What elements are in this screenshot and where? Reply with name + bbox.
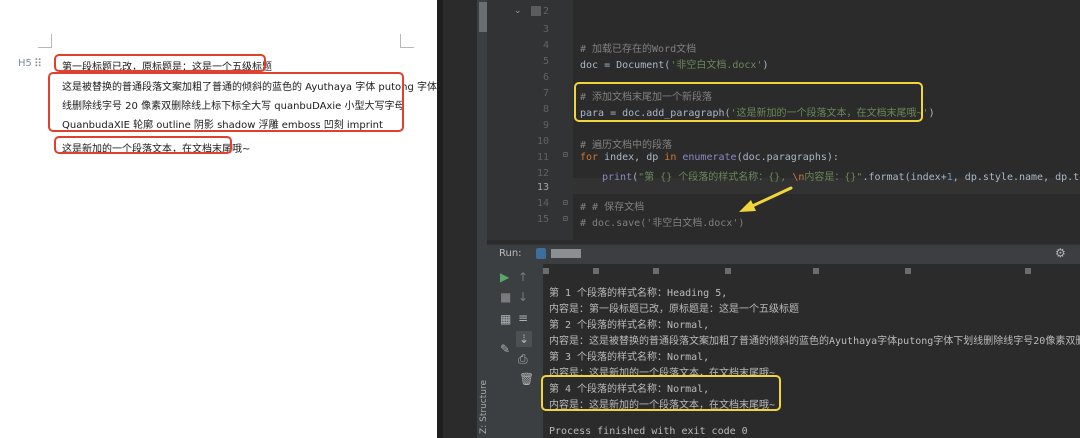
drag-handle-icon[interactable]: ⠿ — [34, 57, 42, 70]
highlight-box-heading — [54, 54, 266, 72]
blurred-text — [593, 268, 599, 274]
blurred-text — [813, 268, 819, 274]
scroll-to-end-icon[interactable]: ⇣ — [516, 331, 532, 347]
run-label: Run: — [499, 248, 522, 259]
arrow-down-icon[interactable]: ↓ — [518, 290, 528, 304]
blurred-text — [905, 268, 911, 274]
blurred-text — [543, 268, 549, 274]
gear-icon[interactable]: ⚙ — [1055, 246, 1066, 260]
console-line: 第 3 个段落的样式名称：Normal, — [549, 352, 710, 363]
print-icon[interactable]: ⎙ — [518, 352, 528, 367]
blurred-text — [653, 268, 659, 274]
blurred-text — [725, 268, 731, 274]
rerun-icon[interactable]: ▶ — [500, 270, 509, 284]
highlight-box-output — [541, 375, 781, 411]
page-corner-mark — [38, 34, 52, 48]
heading-level-marker: H5 — [18, 58, 32, 69]
console-line: 第 2 个段落的样式名称：Normal, — [549, 320, 710, 331]
annotation-arrow — [739, 186, 793, 212]
console-line: 内容是：第一段标题已改，原标题是：这是一个五级标题 — [549, 304, 799, 315]
highlight-box-paragraph — [48, 72, 404, 132]
run-toolbar — [487, 264, 543, 438]
structure-tab[interactable]: Z: Structure — [479, 380, 489, 434]
page-corner-mark — [400, 34, 414, 48]
stop-icon[interactable]: ■ — [500, 290, 511, 304]
arrow-up-icon[interactable]: ↑ — [518, 270, 528, 284]
run-tab-name-blurred[interactable] — [551, 249, 581, 258]
ide-pane: ⌄ 2 3 4 5 6 7 8 9 10 11 12 13 14 15 ⊟ ⊟ … — [443, 0, 1080, 438]
layout-icon[interactable]: ▦ — [500, 312, 511, 326]
trash-icon[interactable]: 🗑 — [519, 372, 534, 386]
highlight-box-new-paragraph — [54, 136, 232, 154]
blurred-text — [1025, 268, 1031, 274]
soft-wrap-icon[interactable]: ≡ — [518, 311, 528, 325]
exit-message: Process finished with exit code 0 — [549, 426, 748, 437]
console-line: 内容是：这是被替换的普通段落文案加粗了普通的倾斜的蓝色的Ayuthaya字体pu… — [549, 336, 1080, 347]
console-line: 第 1 个段落的样式名称：Heading 5, — [549, 288, 728, 299]
python-run-icon[interactable] — [536, 248, 546, 259]
word-document-pane: H5 ⠿ 第一段标题已改，原标题是：这是一个五级标题 这是被替换的普通段落文案加… — [0, 0, 437, 438]
pin-icon[interactable]: ✎ — [500, 342, 510, 356]
